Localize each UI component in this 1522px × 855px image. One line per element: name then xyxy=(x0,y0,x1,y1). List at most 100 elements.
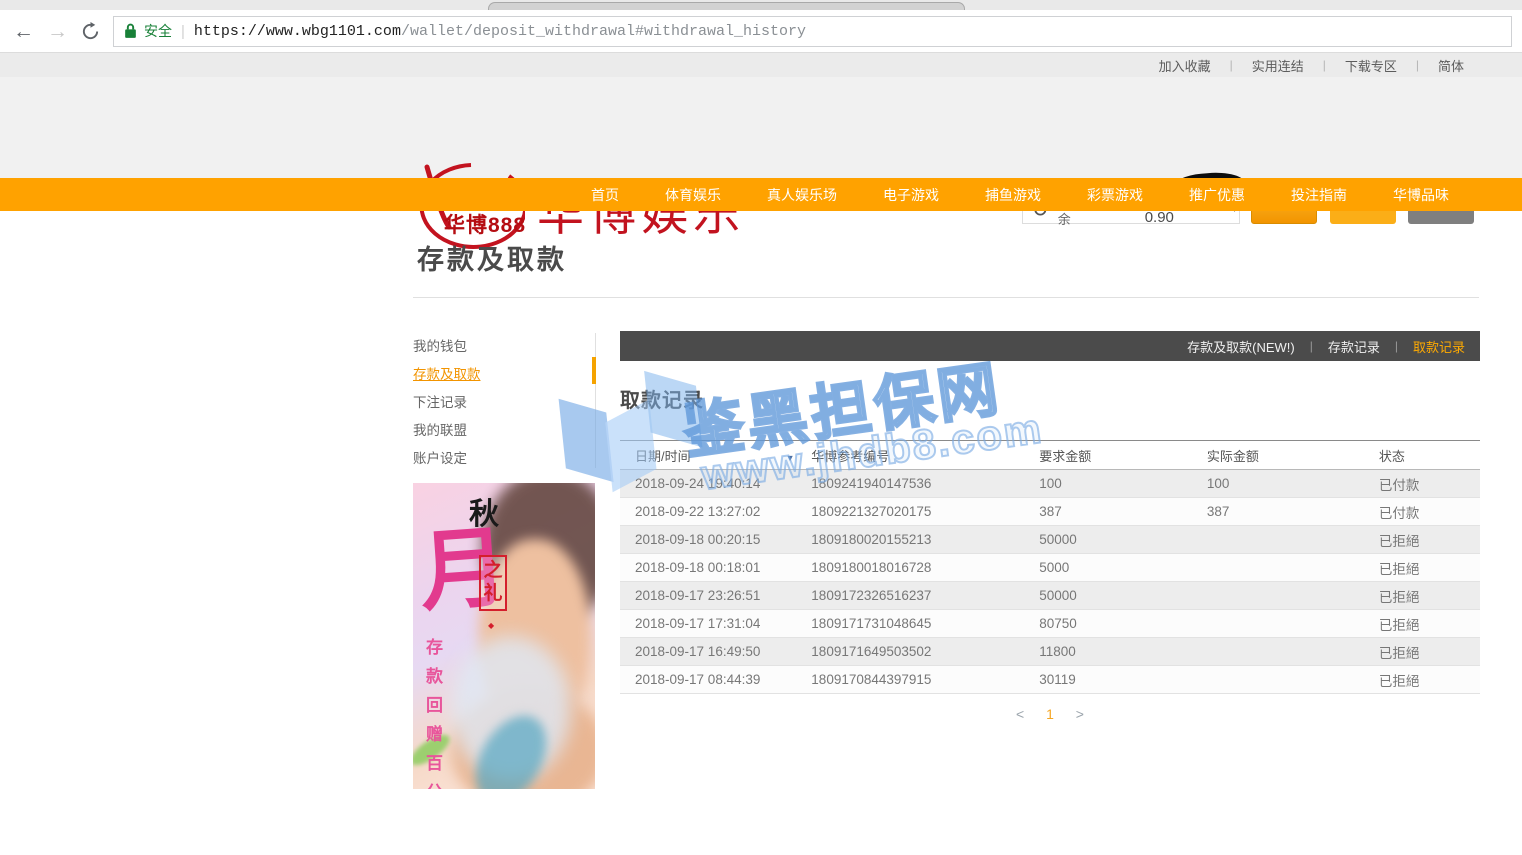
table-cell-5: 已付款 xyxy=(1364,498,1480,526)
table-cell-1: 2018-09-17 16:49:50 xyxy=(620,638,796,666)
table-cell-4 xyxy=(1192,526,1364,554)
table-cell-1: 2018-09-22 13:27:02 xyxy=(620,498,796,526)
pagination-prev[interactable]: < xyxy=(1016,706,1024,722)
table-row: 2018-09-18 00:18:0118091800180167285000已… xyxy=(620,554,1480,582)
column-header-4: 实际金额 xyxy=(1192,441,1364,470)
site-header: WEBET 华博888 华博娱乐 欢迎回来 账户结余 RMB 0.90 ▼ 立即… xyxy=(0,77,1522,178)
table-cell-2: 1809241940147536 xyxy=(796,470,1024,498)
column-header-5: 状态 xyxy=(1364,441,1480,470)
table-cell-3: 5000 xyxy=(1024,554,1192,582)
banner-slogan-char-4: 赠 xyxy=(426,720,443,745)
nav-item-6[interactable]: 彩票游戏 xyxy=(1064,185,1166,205)
content-tab-2[interactable]: 存款记录 xyxy=(1328,337,1380,356)
utility-link-2[interactable]: 实用连结 xyxy=(1252,56,1304,75)
content-tab-bar: 存款及取款(NEW!) | 存款记录 | 取款记录 xyxy=(620,331,1480,361)
banner-seal: 之礼 xyxy=(479,555,507,611)
table-cell-1: 2018-09-17 17:31:04 xyxy=(620,610,796,638)
forward-button[interactable]: → xyxy=(47,21,68,42)
table-cell-5: 已拒絕 xyxy=(1364,666,1480,694)
nav-item-9[interactable]: 华博品味 xyxy=(1370,185,1472,205)
sidebar-item-3[interactable]: 下注记录 xyxy=(413,389,583,417)
sidebar-divider xyxy=(595,333,596,468)
table-row: 2018-09-22 13:27:02180922132702017538738… xyxy=(620,498,1480,526)
content-tab-separator: | xyxy=(1395,339,1398,353)
utility-bar-links: 加入收藏 | 实用连结 | 下载专区 | 简体 xyxy=(1159,56,1464,75)
url-host: https://www.wbg1101.com xyxy=(194,23,401,40)
nav-item-1[interactable]: 首页 xyxy=(568,185,642,205)
table-cell-4 xyxy=(1192,610,1364,638)
banner-slogan-char-6: 分 xyxy=(426,778,443,789)
table-cell-5: 已拒絕 xyxy=(1364,554,1480,582)
sidebar-item-5[interactable]: 账户设定 xyxy=(413,445,583,473)
back-button[interactable]: ← xyxy=(13,21,34,42)
column-header-3: 要求金额 xyxy=(1024,441,1192,470)
table-cell-2: 1809221327020175 xyxy=(796,498,1024,526)
utility-separator: | xyxy=(1323,58,1326,72)
table-cell-1: 2018-09-18 00:20:15 xyxy=(620,526,796,554)
url-path: /wallet/deposit_withdrawal#withdrawal_hi… xyxy=(401,23,806,40)
browser-tabstrip xyxy=(0,0,1522,10)
content-tab-3[interactable]: 取款记录 xyxy=(1413,337,1465,356)
utility-link-3[interactable]: 下载专区 xyxy=(1345,56,1397,75)
utility-bar: 加入收藏 | 实用连结 | 下载专区 | 简体 xyxy=(0,53,1522,77)
utility-separator: | xyxy=(1416,58,1419,72)
page-title: 存款及取款 xyxy=(417,238,567,277)
table-cell-2: 1809172326516237 xyxy=(796,582,1024,610)
table-cell-2: 1809180018016728 xyxy=(796,554,1024,582)
utility-link-4[interactable]: 简体 xyxy=(1438,56,1464,75)
pagination-next[interactable]: > xyxy=(1076,706,1084,722)
sidebar-menu: 我的钱包存款及取款下注记录我的联盟账户设定 xyxy=(413,333,583,473)
nav-item-2[interactable]: 体育娱乐 xyxy=(642,185,744,205)
utility-separator: | xyxy=(1230,58,1233,72)
table-cell-1: 2018-09-24 19:40:14 xyxy=(620,470,796,498)
sidebar-active-indicator xyxy=(592,357,596,384)
table-cell-3: 11800 xyxy=(1024,638,1192,666)
sidebar-item-2[interactable]: 存款及取款 xyxy=(413,361,583,389)
withdrawal-history-table: 日期/时间▼华博参考编号要求金额实际金额状态 2018-09-24 19:40:… xyxy=(620,440,1480,694)
withdrawal-table-wrap: 日期/时间▼华博参考编号要求金额实际金额状态 2018-09-24 19:40:… xyxy=(620,440,1480,694)
table-cell-1: 2018-09-17 23:26:51 xyxy=(620,582,796,610)
url-host-text: https://www.wbg1101.com xyxy=(194,23,401,40)
content-tab-separator: | xyxy=(1310,339,1313,353)
table-cell-2: 1809171649503502 xyxy=(796,638,1024,666)
reload-button[interactable] xyxy=(81,22,100,41)
table-cell-3: 387 xyxy=(1024,498,1192,526)
table-cell-4 xyxy=(1192,666,1364,694)
table-body: 2018-09-24 19:40:14180924194014753610010… xyxy=(620,470,1480,694)
nav-item-4[interactable]: 电子游戏 xyxy=(860,185,962,205)
browser-toolbar: ← → 安全 | https://www.wbg1101.com/wallet/… xyxy=(0,10,1522,53)
nav-item-5[interactable]: 捕鱼游戏 xyxy=(962,185,1064,205)
nav-item-3[interactable]: 真人娱乐场 xyxy=(744,185,860,205)
table-cell-4: 100 xyxy=(1192,470,1364,498)
sidebar-item-4[interactable]: 我的联盟 xyxy=(413,417,583,445)
promo-banner[interactable]: 秋 月 之礼 ◆ 存款回赠百分百 xyxy=(413,483,595,789)
content-tab-1[interactable]: 存款及取款(NEW!) xyxy=(1187,337,1295,356)
table-cell-2: 1809180020155213 xyxy=(796,526,1024,554)
table-cell-5: 已拒絕 xyxy=(1364,638,1480,666)
table-cell-5: 已拒絕 xyxy=(1364,526,1480,554)
table-cell-4 xyxy=(1192,638,1364,666)
sidebar-item-1[interactable]: 我的钱包 xyxy=(413,333,583,361)
table-row: 2018-09-17 08:44:39180917084439791530119… xyxy=(620,666,1480,694)
main-nav: 首页体育娱乐真人娱乐场电子游戏捕鱼游戏彩票游戏推广优惠投注指南华博品味 xyxy=(0,178,1522,211)
table-row: 2018-09-18 00:20:15180918002015521350000… xyxy=(620,526,1480,554)
table-cell-2: 1809170844397915 xyxy=(796,666,1024,694)
table-cell-3: 80750 xyxy=(1024,610,1192,638)
table-cell-5: 已付款 xyxy=(1364,470,1480,498)
reload-icon xyxy=(81,22,100,41)
lock-icon xyxy=(124,23,137,39)
nav-item-7[interactable]: 推广优惠 xyxy=(1166,185,1268,205)
column-header-1: 日期/时间▼ xyxy=(620,441,796,470)
url-bar[interactable]: 安全 | https://www.wbg1101.com/wallet/depo… xyxy=(113,16,1512,47)
table-cell-5: 已拒絕 xyxy=(1364,610,1480,638)
pagination-page-1[interactable]: 1 xyxy=(1046,706,1054,722)
banner-slogan-char-5: 百 xyxy=(426,749,443,774)
table-row: 2018-09-17 16:49:50180917164950350211800… xyxy=(620,638,1480,666)
utility-link-1[interactable]: 加入收藏 xyxy=(1159,56,1211,75)
sort-desc-icon[interactable]: ▼ xyxy=(786,453,795,463)
table-row: 2018-09-17 23:26:51180917232651623750000… xyxy=(620,582,1480,610)
nav-item-8[interactable]: 投注指南 xyxy=(1268,185,1370,205)
table-cell-3: 50000 xyxy=(1024,526,1192,554)
table-cell-4: 387 xyxy=(1192,498,1364,526)
table-cell-3: 30119 xyxy=(1024,666,1192,694)
